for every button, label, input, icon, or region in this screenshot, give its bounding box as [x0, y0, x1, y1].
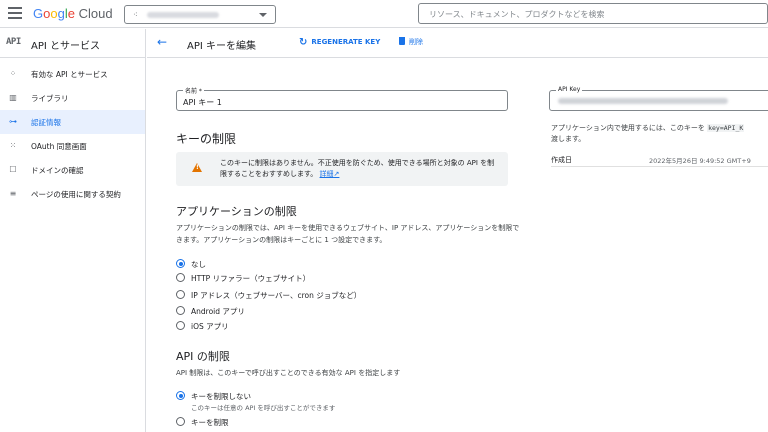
warning-banner: このキーに制限はありません。不正使用を防ぐため、使用できる場所と対象の API … [176, 152, 508, 186]
api-key-usage-text: アプリケーション内で使用するには、このキーを key=API_K 渡します。 [551, 124, 745, 143]
radio-label: キーを制限しない [191, 392, 251, 401]
created-label: 作成日 [551, 156, 572, 164]
consent-icon: ⁙ [9, 141, 17, 150]
radio-button[interactable] [176, 259, 185, 268]
sidebar-item-label: OAuth 同意画面 [31, 142, 87, 151]
main-content: 名前 * API キー 1 キーの制限 このキーに制限はありません。不正使用を防… [147, 59, 527, 432]
api-badge-icon: API [6, 37, 21, 47]
radio-app-ios[interactable]: iOS アプリ [176, 319, 516, 331]
sidebar-item-label: ページの使用に関する契約 [31, 190, 121, 199]
refresh-icon: ↻ [299, 37, 308, 48]
radio-button[interactable] [176, 273, 185, 282]
sidebar: API API とサービス ⁘ 有効な API とサービス ▥ ライブラリ ⊶ … [0, 29, 146, 432]
api-key-value-redacted [558, 98, 728, 104]
created-date-row: 作成日 2022年5月26日 9:49:52 GMT+9 [551, 155, 768, 167]
sidebar-item-label: 有効な API とサービス [31, 70, 108, 79]
delete-button[interactable]: 削除 [399, 36, 423, 47]
radio-button[interactable] [176, 417, 185, 426]
radio-button[interactable] [176, 321, 185, 330]
api-key-param-code: key=API_K [707, 124, 745, 132]
google-cloud-logo[interactable]: Google Cloud [33, 6, 113, 21]
api-restriction-description: API 制限は、このキーで呼び出すことのできる有効な API を指定します [176, 369, 401, 377]
project-icon: ⁖ [133, 10, 138, 19]
radio-button[interactable] [176, 290, 185, 299]
settings-list-icon: ≡ [9, 189, 17, 198]
application-restriction-heading: アプリケーションの制限 [176, 205, 297, 218]
key-icon: ⊶ [9, 117, 17, 126]
warning-text: このキーに制限はありません。不正使用を防ぐため、使用できる場所と対象の API … [220, 159, 495, 178]
sidebar-item-credentials[interactable]: ⊶ 認証情報 [0, 110, 145, 134]
radio-app-none[interactable]: なし [176, 257, 516, 269]
radio-label: IP アドレス（ウェブサーバー、cron ジョブなど） [191, 291, 362, 300]
sidebar-item-label: ドメインの確認 [31, 166, 84, 175]
diamond-grid-icon: ⁘ [9, 69, 17, 78]
radio-label: HTTP リファラー（ウェブサイト） [191, 274, 311, 283]
warning-icon [192, 163, 202, 172]
top-bar: Google Cloud ⁖ リソース、ドキュメント、プロダクトなどを検索 [0, 0, 768, 28]
project-selector[interactable]: ⁖ [124, 5, 276, 24]
page-toolbar: ← API キーを編集 ↻ REGENERATE KEY 削除 [147, 29, 768, 58]
external-link-icon: ↗ [333, 170, 340, 178]
api-restriction-heading: API の制限 [176, 350, 230, 363]
name-field[interactable]: 名前 * API キー 1 [176, 86, 508, 111]
trash-icon [399, 37, 405, 45]
project-name-redacted [147, 12, 219, 18]
radio-button[interactable] [176, 391, 185, 400]
sidebar-item-page-usage-agreements[interactable]: ≡ ページの使用に関する契約 [0, 182, 145, 206]
radio-app-http-referrer[interactable]: HTTP リファラー（ウェブサイト） [176, 271, 516, 283]
search-placeholder: リソース、ドキュメント、プロダクトなどを検索 [429, 10, 605, 19]
radio-label: iOS アプリ [191, 322, 229, 331]
sidebar-header: API API とサービス [0, 29, 145, 58]
back-arrow-icon[interactable]: ← [157, 35, 167, 49]
name-field-label: 名前 * [183, 86, 204, 95]
radio-button[interactable] [176, 306, 185, 315]
sidebar-item-library[interactable]: ▥ ライブラリ [0, 86, 145, 110]
page-title: API キーを編集 [187, 41, 256, 52]
radio-label: キーを制限 [191, 418, 229, 427]
api-key-label: API Key [556, 86, 583, 93]
key-restriction-heading: キーの制限 [176, 132, 237, 146]
sidebar-item-oauth-consent[interactable]: ⁙ OAuth 同意画面 [0, 134, 145, 158]
radio-label: Android アプリ [191, 307, 245, 316]
radio-api-unrestricted[interactable]: キーを制限しない このキーは任意の API を呼び出すことができます [176, 389, 516, 412]
sidebar-item-enabled-apis[interactable]: ⁘ 有効な API とサービス [0, 62, 145, 86]
library-icon: ▥ [9, 93, 17, 102]
sidebar-item-label: 認証情報 [31, 118, 61, 127]
radio-api-restrict[interactable]: キーを制限 [176, 415, 516, 427]
radio-sublabel: このキーは任意の API を呼び出すことができます [191, 404, 336, 412]
name-field-value: API キー 1 [183, 98, 222, 107]
checkbox-icon: ☐ [9, 165, 17, 174]
radio-label: なし [191, 260, 206, 269]
sidebar-title: API とサービス [31, 41, 100, 52]
regenerate-key-button[interactable]: ↻ REGENERATE KEY [299, 36, 381, 48]
sidebar-item-label: ライブラリ [31, 94, 69, 103]
delete-label: 削除 [409, 38, 423, 46]
created-value: 2022年5月26日 9:49:52 GMT+9 [649, 157, 751, 165]
api-key-field[interactable]: API Key [549, 86, 768, 111]
chevron-down-icon [259, 13, 267, 17]
application-restriction-description: アプリケーションの制限では、API キーを使用できるウェブサイト、IP アドレス… [176, 224, 520, 244]
regenerate-key-label: REGENERATE KEY [311, 38, 381, 46]
search-input[interactable]: リソース、ドキュメント、プロダクトなどを検索 [418, 3, 768, 24]
sidebar-item-domain-verification[interactable]: ☐ ドメインの確認 [0, 158, 145, 182]
learn-more-link[interactable]: 詳細↗ [320, 170, 340, 178]
menu-icon[interactable] [8, 7, 22, 21]
radio-app-ip-address[interactable]: IP アドレス（ウェブサーバー、cron ジョブなど） [176, 288, 516, 300]
radio-app-android[interactable]: Android アプリ [176, 304, 516, 316]
